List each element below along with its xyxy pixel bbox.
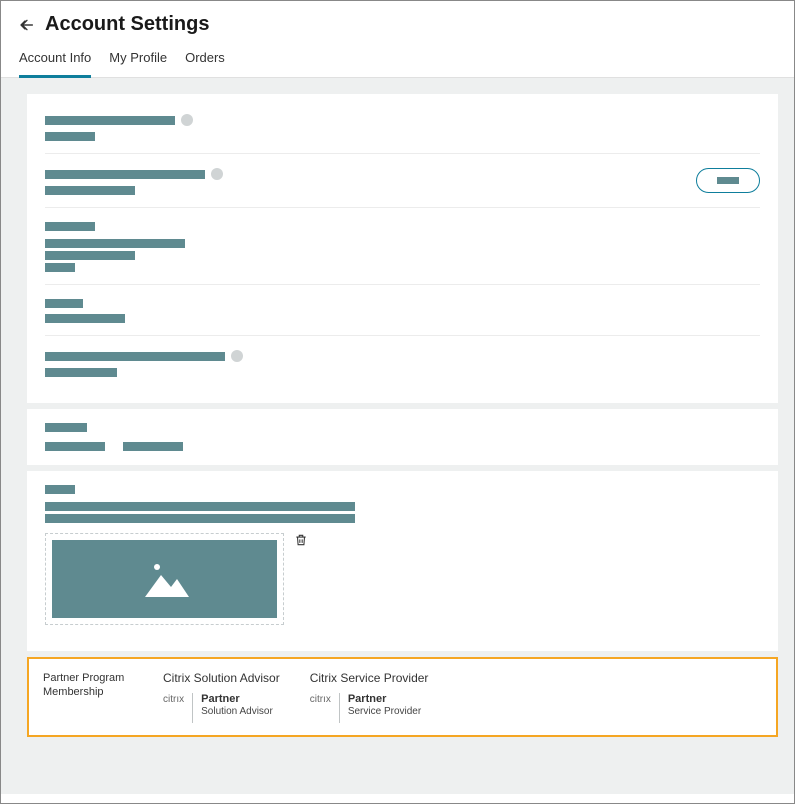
panel-secondary	[27, 409, 778, 465]
partner-subtype: Solution Advisor	[201, 706, 273, 718]
field-label-placeholder	[45, 299, 83, 308]
back-icon[interactable]	[19, 17, 35, 33]
field-value-placeholder	[45, 251, 135, 260]
vendor-label: citrıx	[163, 693, 184, 705]
content-area: Partner Program Membership Citrix Soluti…	[1, 78, 794, 794]
section-5	[45, 335, 760, 389]
section-3	[45, 207, 760, 284]
section-4	[45, 284, 760, 335]
field-label-placeholder	[45, 170, 205, 179]
help-icon[interactable]	[211, 168, 223, 180]
help-icon[interactable]	[231, 350, 243, 362]
partner-subtype: Service Provider	[348, 706, 421, 718]
vendor-label: citrıx	[310, 693, 331, 705]
field-label-placeholder	[45, 485, 75, 494]
button-label-placeholder	[717, 177, 739, 184]
tab-orders[interactable]: Orders	[185, 50, 225, 78]
divider	[339, 693, 340, 723]
partner-program-item: Citrix Solution Advisor citrıx Partner S…	[163, 671, 280, 723]
section-1	[45, 108, 760, 153]
image-upload-area[interactable]	[45, 533, 284, 625]
partner-program-item-title: Citrix Service Provider	[310, 671, 429, 685]
field-label-placeholder	[45, 116, 175, 125]
field-value-placeholder	[45, 368, 117, 377]
divider	[192, 693, 193, 723]
partner-program-item-title: Citrix Solution Advisor	[163, 671, 280, 685]
page-header: Account Settings	[1, 1, 794, 36]
field-label-placeholder	[45, 352, 225, 361]
image-placeholder	[52, 540, 277, 618]
field-value-placeholder	[45, 186, 135, 195]
help-icon[interactable]	[181, 114, 193, 126]
description-placeholder	[45, 502, 355, 511]
tab-my-profile[interactable]: My Profile	[109, 50, 167, 78]
partner-label: Partner	[201, 693, 273, 706]
field-label-placeholder	[45, 222, 95, 231]
partner-program-label: Partner Program Membership	[43, 671, 133, 723]
tabs: Account Info My Profile Orders	[1, 50, 794, 78]
field-value-placeholder	[45, 263, 75, 272]
panel-image	[27, 471, 778, 651]
field-value-placeholder	[45, 314, 125, 323]
page-title: Account Settings	[45, 13, 209, 36]
field-value-placeholder	[45, 239, 185, 248]
edit-button[interactable]	[696, 168, 760, 193]
description-placeholder	[45, 514, 355, 523]
partner-program-panel: Partner Program Membership Citrix Soluti…	[27, 657, 778, 737]
panel-account-details	[27, 94, 778, 403]
field-value-placeholder	[45, 132, 95, 141]
partner-program-item: Citrix Service Provider citrıx Partner S…	[310, 671, 429, 723]
trash-icon[interactable]	[294, 533, 308, 547]
field-value-placeholder	[123, 442, 183, 451]
field-value-placeholder	[45, 442, 105, 451]
field-label-placeholder	[45, 423, 87, 432]
tab-account-info[interactable]: Account Info	[19, 50, 91, 78]
section-2	[45, 153, 760, 207]
partner-label: Partner	[348, 693, 421, 706]
